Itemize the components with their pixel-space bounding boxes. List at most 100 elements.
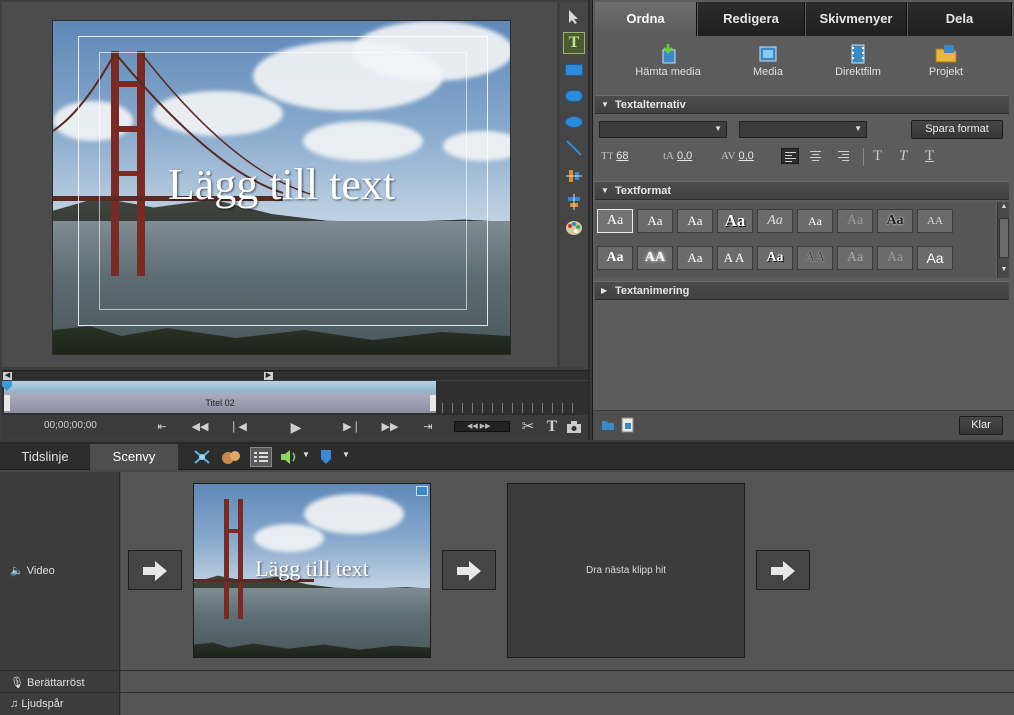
goto-out-point-icon[interactable]: ⇥ [418,418,438,436]
media-button[interactable]: Media [733,38,803,78]
shuttle-slider[interactable]: ◀◀ ▶▶ [454,421,510,432]
line-icon[interactable] [563,137,585,159]
bold-text-icon[interactable]: T [873,146,882,166]
arrow-pointer-icon[interactable] [563,6,585,28]
tab-timeline[interactable]: Tidslinje [0,444,90,470]
effects-icon[interactable] [220,448,242,469]
tab-ordna[interactable]: Ordna [595,2,697,36]
title-clip-bar[interactable]: Titel 02 [4,393,436,413]
text-style-swatch[interactable]: Aa [837,209,873,233]
text-style-swatch[interactable]: Aa [637,209,673,233]
text-style-swatch[interactable]: Aa [597,209,633,233]
transition-slot[interactable] [128,550,182,590]
camera-snapshot-icon[interactable] [564,418,584,436]
add-text-icon[interactable]: T [542,418,562,436]
drop-clip-slot[interactable]: Dra nästa klipp hit [507,483,745,658]
project-button[interactable]: Projekt [913,38,979,78]
get-media-button[interactable]: Hämta media [623,38,713,78]
text-style-swatch[interactable]: Aa [757,246,793,270]
scroll-up-icon[interactable]: ▲ [999,203,1009,213]
marker-icon[interactable] [320,449,332,468]
italic-text-icon[interactable]: T [899,146,907,166]
transition-slot[interactable] [442,550,496,590]
text-style-swatch[interactable]: Aa [877,209,913,233]
font-dropdown[interactable]: ▼ [599,121,727,138]
tab-redigera[interactable]: Redigera [698,2,805,36]
marker-dropdown-icon[interactable]: ▼ [342,450,350,459]
goto-in-point-icon[interactable]: ⇤ [152,418,172,436]
kerning-control[interactable]: AV 0,0 [721,146,754,166]
preview-frame[interactable]: Lägg till text [52,20,511,355]
text-style-swatch[interactable]: AA [717,246,753,270]
palette-icon[interactable] [563,217,585,239]
align-right-icon[interactable] [835,148,853,164]
distribute-icon[interactable] [563,191,585,213]
music-note-icon[interactable]: ♫ [10,698,18,710]
audio-mixer-icon[interactable] [280,449,300,468]
rounded-rectangle-icon[interactable] [563,85,585,107]
microphone-icon[interactable]: 🎙 [10,677,24,689]
scroll-right-icon[interactable]: ▶ [264,372,273,380]
done-button[interactable]: Klar [959,416,1003,435]
text-style-swatch[interactable]: AA [917,209,953,233]
play-icon[interactable]: ▶ [286,418,306,436]
ellipse-icon[interactable] [563,111,585,133]
text-t-icon[interactable]: T [563,32,585,54]
monitor-mini-timeline[interactable]: Titel 02 [2,381,588,415]
align-icon[interactable] [563,165,585,187]
text-animation-header[interactable]: ▶ Textanimering [595,281,1009,300]
scroll-down-icon[interactable]: ▼ [999,266,1009,276]
audio-dropdown-icon[interactable]: ▼ [302,450,310,459]
leading-control[interactable]: tA 0,0 [663,146,692,166]
text-style-swatch[interactable]: Aa [717,209,753,233]
text-style-swatch[interactable]: Aa [677,246,713,270]
scroll-left-icon[interactable]: ◀ [3,372,12,380]
text-style-swatch[interactable]: Aa [597,246,633,270]
rewind-icon[interactable]: ◀◀ [190,418,210,436]
step-back-icon[interactable]: ❘◀ [228,418,248,436]
underline-text-icon[interactable]: T [925,146,934,166]
transition-slot[interactable] [756,550,810,590]
properties-list-icon[interactable] [250,447,272,467]
instant-movie-button[interactable]: Direktfilm [818,38,898,78]
text-style-swatch[interactable]: Aa [877,246,913,270]
text-style-swatch[interactable]: Aa [797,209,833,233]
timecode-display[interactable]: 00;00;00;00 [44,420,97,431]
tab-dela[interactable]: Dela [908,2,1012,36]
step-forward-icon[interactable]: ▶❘ [342,418,362,436]
scene-clip-thumbnail[interactable]: Lägg till text [193,483,431,658]
text-style-swatch[interactable]: AA [637,246,673,270]
media-icon [759,46,777,62]
leading-icon: tA [663,150,674,162]
project-folder-icon [935,45,957,63]
folder-icon[interactable] [601,418,615,435]
monitor-scrollbar[interactable]: ◀ ▶ [2,370,588,380]
out-point-handle[interactable] [430,395,436,411]
in-point-handle[interactable] [4,395,10,411]
playhead-icon[interactable] [2,381,12,391]
tab-skivmenyer[interactable]: Skivmenyer [806,2,907,36]
text-style-scrollbar[interactable]: ▲ ▼ [997,202,1009,278]
new-item-icon[interactable] [621,417,635,436]
align-left-icon[interactable] [781,148,799,164]
tab-sceneline[interactable]: Scenvy [90,444,178,470]
text-style-swatch[interactable]: Aa [917,246,953,270]
rectangle-icon[interactable] [563,59,585,81]
font-size-control[interactable]: TT 68 [601,146,628,166]
fast-forward-icon[interactable]: ▶▶ [380,418,400,436]
save-style-button[interactable]: Spara format [911,120,1003,139]
align-center-icon[interactable] [807,148,825,164]
smart-fix-icon[interactable] [192,448,212,469]
title-text-overlay[interactable]: Lägg till text [53,159,510,210]
text-style-swatch[interactable]: AA [797,246,833,270]
text-options-header[interactable]: ▼ Textalternativ [595,95,1009,114]
text-style-swatch[interactable]: Aa [837,246,873,270]
scroll-thumb[interactable] [999,218,1009,258]
clip-bar[interactable] [4,381,436,393]
speaker-icon[interactable]: 🔈 [10,565,24,577]
text-styles-header[interactable]: ▼ Textformat [595,181,1009,200]
text-style-swatch[interactable]: Aa [677,209,713,233]
scissors-icon[interactable]: ✂ [518,418,538,436]
text-style-swatch[interactable]: Aa [757,209,793,233]
font-style-dropdown[interactable]: ▼ [739,121,867,138]
